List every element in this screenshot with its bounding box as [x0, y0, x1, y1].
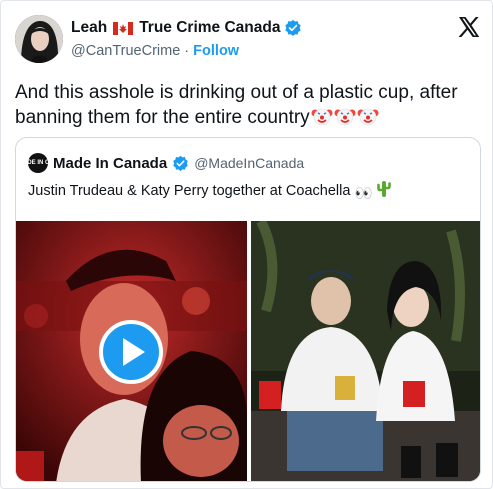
tweet-text: And this asshole is drinking out of a pl… — [15, 81, 485, 130]
verified-badge-icon — [285, 19, 302, 37]
quoted-handle[interactable]: @MadeInCanada — [194, 155, 304, 171]
canada-flag-icon — [113, 21, 134, 35]
author-avatar[interactable] — [15, 15, 63, 63]
tweet-body: And this asshole is drinking out of a pl… — [15, 82, 458, 128]
photo-thumbnail[interactable] — [251, 221, 480, 481]
separator-dot: · — [184, 43, 190, 59]
play-button[interactable] — [99, 320, 163, 384]
author-name[interactable]: Leah — [71, 19, 107, 37]
quoted-body: Justin Trudeau & Katy Perry together at … — [28, 183, 351, 199]
quoted-avatar[interactable]: MADE IN CAN — [18, 153, 58, 173]
eyes-icon: 👀 — [354, 186, 373, 202]
quoted-tweet[interactable]: MADE IN CAN Made In Canada @MadeInCanada… — [15, 137, 481, 482]
video-thumbnail[interactable] — [16, 221, 247, 481]
clown-face-icon — [357, 108, 379, 126]
clown-face-icon — [334, 108, 356, 126]
author-name-suffix[interactable]: True Crime Canada — [139, 19, 280, 37]
follow-button[interactable]: Follow — [193, 43, 239, 59]
cactus-icon — [376, 181, 391, 197]
tweet-card: Leah True Crime Canada @CanTrueCrime · F… — [0, 0, 493, 489]
author-handle[interactable]: @CanTrueCrime — [71, 43, 180, 59]
quoted-name[interactable]: Made In Canada — [53, 155, 167, 172]
x-logo-icon[interactable] — [457, 15, 481, 39]
quoted-header: MADE IN CAN Made In Canada @MadeInCanada — [18, 153, 304, 173]
author-handle-row: @CanTrueCrime · Follow — [71, 43, 239, 59]
quoted-text: Justin Trudeau & Katy Perry together at … — [28, 180, 391, 202]
clown-face-icon — [311, 108, 333, 126]
verified-badge-icon — [173, 155, 188, 171]
play-icon — [123, 338, 145, 366]
author-name-row[interactable]: Leah True Crime Canada — [71, 19, 302, 37]
media-grid — [16, 221, 480, 481]
